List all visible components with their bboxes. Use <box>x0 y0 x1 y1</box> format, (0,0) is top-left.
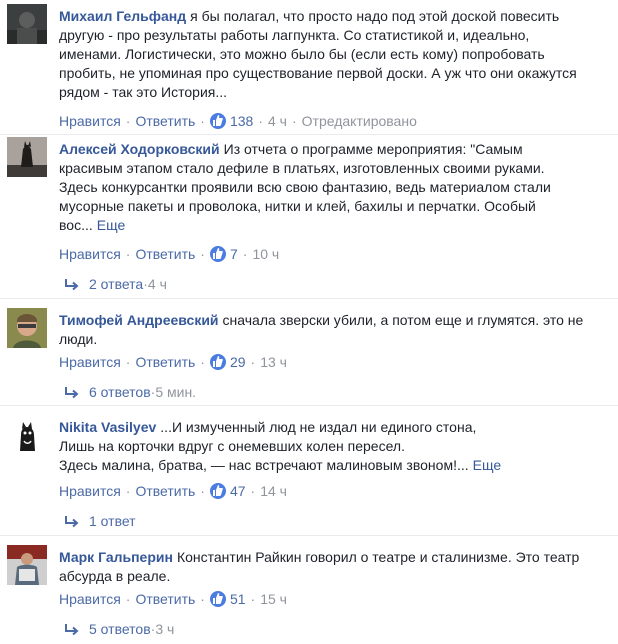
replies-row[interactable]: 5 ответов·3 ч <box>64 620 174 638</box>
like-count[interactable]: 51 <box>230 591 246 607</box>
comment-body-line: Лишь на корточки вдруг с онемевших колен… <box>59 438 405 454</box>
divider <box>0 134 618 135</box>
separator: · <box>125 591 131 607</box>
timestamp[interactable]: 14 ч <box>260 483 287 499</box>
view-replies-link[interactable]: 1 ответ <box>89 513 136 529</box>
view-replies-link[interactable]: 6 ответов <box>89 384 151 400</box>
separator: · <box>242 246 248 262</box>
separator: · <box>200 354 205 370</box>
divider <box>0 535 618 536</box>
comment-actions: Нравится · Ответить · 29 · 13 ч <box>59 353 287 371</box>
like-link[interactable]: Нравится <box>59 246 121 262</box>
comment-text: Михаил Гельфанд я бы полагал, что просто … <box>59 7 584 102</box>
see-more-link[interactable]: Еще <box>473 457 502 473</box>
like-link[interactable]: Нравится <box>59 354 121 370</box>
separator: · <box>250 354 256 370</box>
like-thumb-icon[interactable] <box>209 354 226 370</box>
separator: · <box>200 591 205 607</box>
reply-link[interactable]: Ответить <box>135 113 195 129</box>
timestamp[interactable]: 10 ч <box>252 246 279 262</box>
replies-timestamp: 5 мин. <box>155 384 197 400</box>
like-count[interactable]: 29 <box>230 354 246 370</box>
reply-arrow-icon <box>65 516 79 528</box>
separator: · <box>125 113 131 129</box>
reply-link[interactable]: Ответить <box>135 591 195 607</box>
divider <box>0 405 618 406</box>
avatar[interactable] <box>7 4 47 44</box>
comment-author-link[interactable]: Nikita Vasilyev <box>59 419 156 435</box>
reply-link[interactable]: Ответить <box>135 354 195 370</box>
comment-text: Nikita Vasilyev ...И измученный люд не из… <box>59 418 584 475</box>
timestamp[interactable]: 13 ч <box>260 354 287 370</box>
timestamp[interactable]: 15 ч <box>260 591 287 607</box>
divider <box>0 298 618 299</box>
separator: · <box>125 354 131 370</box>
comment-text: Тимофей Андреевский сначала зверски убили… <box>59 311 584 349</box>
comment-author-link[interactable]: Марк Гальперин <box>59 549 173 565</box>
like-thumb-icon[interactable] <box>209 246 226 262</box>
comment-author-link[interactable]: Тимофей Андреевский <box>59 312 219 328</box>
separator: · <box>250 591 256 607</box>
comment-author-link[interactable]: Михаил Гельфанд <box>59 8 186 24</box>
like-link[interactable]: Нравится <box>59 113 121 129</box>
reply-link[interactable]: Ответить <box>135 483 195 499</box>
view-replies-link[interactable]: 2 ответа <box>89 276 143 292</box>
replies-row[interactable]: 2 ответа·4 ч <box>64 275 167 293</box>
like-count[interactable]: 7 <box>230 246 238 262</box>
edited-label[interactable]: Отредактировано <box>302 113 417 129</box>
replies-row[interactable]: 6 ответов·5 мин. <box>64 383 196 401</box>
separator: · <box>125 483 131 499</box>
comment-actions: Нравится · Ответить · 47 · 14 ч <box>59 482 287 500</box>
avatar[interactable] <box>7 415 47 455</box>
separator: · <box>200 113 205 129</box>
comment-body-line: ...И измученный люд не издал ни единого … <box>160 419 477 435</box>
avatar[interactable] <box>7 545 47 585</box>
avatar[interactable] <box>7 308 47 348</box>
timestamp[interactable]: 4 ч <box>268 113 287 129</box>
like-thumb-icon[interactable] <box>209 113 226 129</box>
comment-text: Марк Гальперин Константин Райкин говорил … <box>59 548 584 586</box>
comment-text: Алексей Ходорковский Из отчета о программ… <box>59 140 584 235</box>
reply-link[interactable]: Ответить <box>135 246 195 262</box>
separator: · <box>258 113 263 129</box>
comment-actions: Нравится · Ответить · 138 · 4 ч · Отредактирован… <box>59 112 417 130</box>
like-thumb-icon[interactable] <box>209 591 226 607</box>
like-count[interactable]: 47 <box>230 483 246 499</box>
separator: · <box>200 483 205 499</box>
replies-timestamp: 3 ч <box>155 621 175 637</box>
comment-body-line: Здесь малина, братва, — нас встречают ма… <box>59 457 469 473</box>
comment-author-link[interactable]: Алексей Ходорковский <box>59 141 220 157</box>
avatar[interactable] <box>7 137 47 177</box>
separator: · <box>250 483 256 499</box>
separator: · <box>200 246 205 262</box>
separator: · <box>291 113 297 129</box>
reply-arrow-icon <box>65 279 79 291</box>
comment-actions: Нравится · Ответить · 51 · 15 ч <box>59 590 287 608</box>
comment-actions: Нравится · Ответить · 7 · 10 ч <box>59 245 279 263</box>
replies-row[interactable]: 1 ответ <box>64 512 136 530</box>
view-replies-link[interactable]: 5 ответов <box>89 621 151 637</box>
like-link[interactable]: Нравится <box>59 591 121 607</box>
like-link[interactable]: Нравится <box>59 483 121 499</box>
like-count[interactable]: 138 <box>230 113 253 129</box>
see-more-link[interactable]: Еще <box>97 217 126 233</box>
reply-arrow-icon <box>65 387 79 399</box>
reply-arrow-icon <box>65 624 79 636</box>
separator: · <box>125 246 131 262</box>
replies-timestamp: 4 ч <box>147 276 167 292</box>
like-thumb-icon[interactable] <box>209 483 226 499</box>
